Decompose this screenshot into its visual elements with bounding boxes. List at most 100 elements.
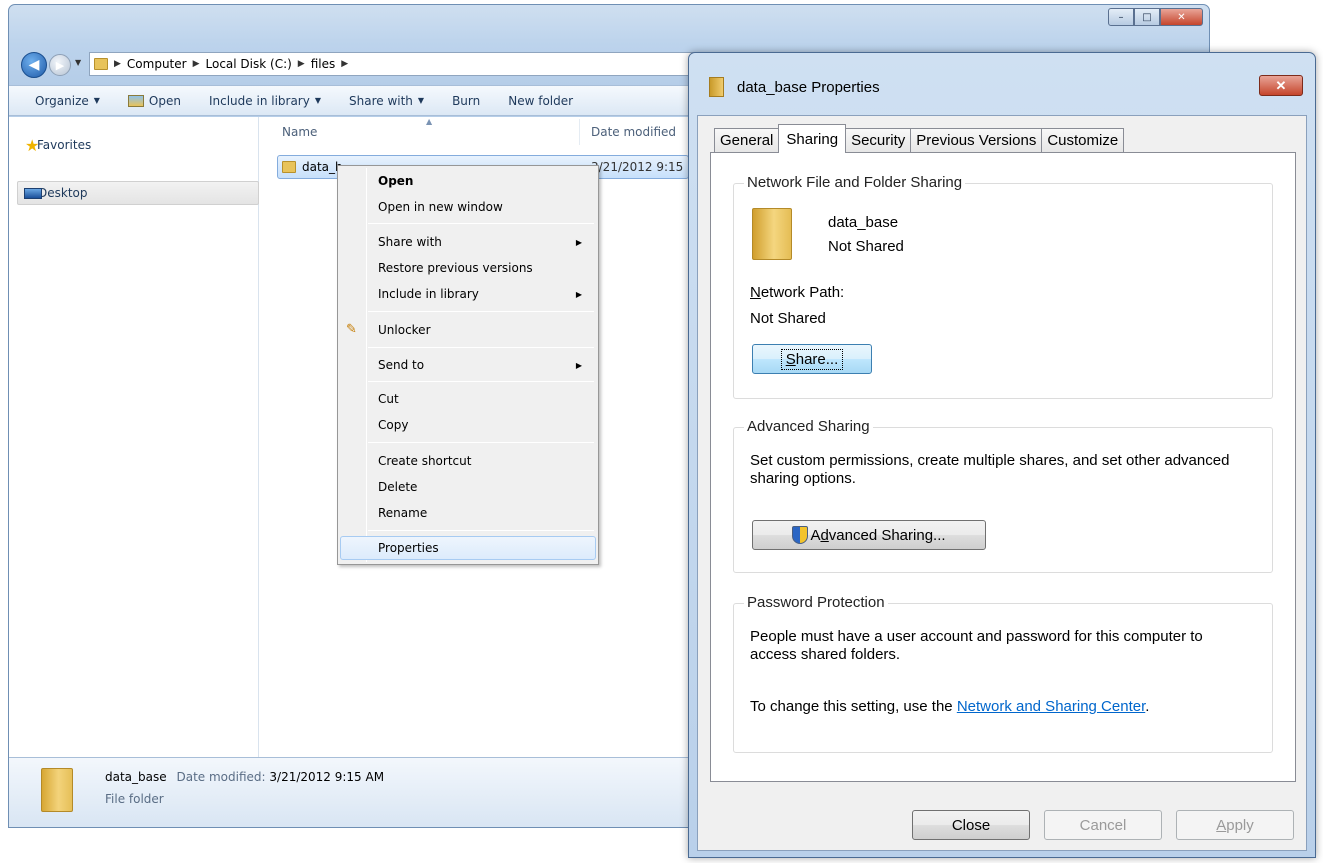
- password-protection-group: Password Protection People must have a u…: [733, 594, 1273, 753]
- desktop-icon: [24, 187, 42, 199]
- tab-sharing[interactable]: Sharing: [778, 124, 847, 153]
- open-folder-icon: [127, 94, 144, 107]
- properties-dialog: data_base Properties ✕ General Sharing S…: [688, 52, 1316, 858]
- menu-item-create-shortcut[interactable]: Create shortcut: [340, 449, 596, 473]
- menu-item-include-in-library[interactable]: Include in library ▶: [340, 282, 596, 306]
- close-window-button[interactable]: ✕: [1160, 8, 1203, 26]
- network-path-value: Not Shared: [750, 310, 826, 327]
- column-name[interactable]: Name: [282, 125, 317, 139]
- tab-general[interactable]: General: [714, 128, 780, 152]
- breadcrumb-computer[interactable]: Computer: [127, 57, 187, 71]
- group-title: Password Protection: [744, 594, 888, 611]
- column-divider[interactable]: [579, 119, 580, 145]
- forward-button[interactable]: ▶: [49, 54, 71, 76]
- submenu-arrow-icon: ▶: [575, 289, 582, 299]
- advanced-sharing-group: Advanced Sharing Set custom permissions,…: [733, 418, 1273, 573]
- breadcrumb-local-disk[interactable]: Local Disk (C:): [206, 57, 292, 71]
- open-button[interactable]: Open: [127, 94, 181, 108]
- label-rest: etwork Path:: [760, 284, 845, 301]
- tab-security[interactable]: Security: [845, 128, 912, 152]
- nav-item-label: Desktop: [38, 186, 88, 200]
- menu-separator: [368, 381, 594, 382]
- sharing-tab-panel: Network File and Folder Sharing data_bas…: [710, 152, 1296, 782]
- network-path-label: Network Path:: [750, 284, 844, 301]
- back-button[interactable]: ◀: [21, 52, 47, 78]
- menu-item-label: Share with: [378, 235, 442, 249]
- chevron-right-icon[interactable]: ▶: [193, 59, 200, 69]
- dialog-close-button[interactable]: ✕: [1259, 75, 1303, 96]
- include-in-library-button[interactable]: Include in library ▼: [209, 94, 321, 108]
- menu-separator: [368, 223, 594, 224]
- navigation-pane: ★ Favorites Desktop: [9, 117, 259, 757]
- tab-customize[interactable]: Customize: [1041, 128, 1125, 152]
- nav-item-desktop[interactable]: Desktop: [17, 181, 259, 205]
- menu-item-unlocker[interactable]: ✎ Unlocker: [340, 318, 596, 342]
- column-date-modified[interactable]: Date modified: [591, 125, 676, 139]
- text-prefix: To change this setting, use the: [750, 698, 957, 715]
- organize-button[interactable]: Organize ▼: [35, 94, 100, 108]
- network-sharing-group: Network File and Folder Sharing data_bas…: [733, 174, 1273, 399]
- menu-item-send-to[interactable]: Send to ▶: [340, 353, 596, 377]
- details-date-label: Date modified:: [176, 770, 266, 784]
- menu-item-copy[interactable]: Copy: [340, 413, 596, 437]
- folder-icon: [94, 58, 108, 70]
- button-label: Share...: [780, 348, 844, 370]
- uac-shield-icon: [792, 526, 809, 544]
- details-date-value: 3/21/2012 9:15 AM: [269, 770, 385, 784]
- tab-strip: General Sharing Security Previous Versio…: [714, 124, 1125, 153]
- minimize-button[interactable]: –: [1108, 8, 1134, 26]
- burn-button[interactable]: Burn: [452, 94, 480, 108]
- menu-separator: [368, 347, 594, 348]
- details-file-name: data_base: [105, 770, 167, 784]
- share-status: Not Shared: [828, 238, 904, 255]
- shared-folder-name: data_base: [828, 214, 899, 231]
- chevron-right-icon[interactable]: ▶: [114, 59, 121, 69]
- menu-item-properties[interactable]: Properties: [340, 536, 596, 560]
- menu-item-open[interactable]: Open: [340, 169, 596, 193]
- submenu-arrow-icon: ▶: [575, 360, 582, 370]
- maximize-button[interactable]: □: [1134, 8, 1160, 26]
- menu-item-label: Include in library: [378, 287, 479, 301]
- share-button[interactable]: Share...: [752, 344, 872, 374]
- breadcrumb-files[interactable]: files: [311, 57, 336, 71]
- label-rest: hare...: [795, 350, 839, 368]
- menu-item-cut[interactable]: Cut: [340, 387, 596, 411]
- nav-item-favorites[interactable]: ★ Favorites: [17, 133, 259, 157]
- menu-item-rename[interactable]: Rename: [340, 501, 596, 525]
- dialog-body: General Sharing Security Previous Versio…: [697, 115, 1307, 851]
- apply-button[interactable]: Apply: [1176, 810, 1294, 840]
- network-sharing-center-link[interactable]: Network and Sharing Center: [957, 698, 1145, 715]
- chevron-right-icon[interactable]: ▶: [341, 59, 348, 69]
- recent-pages-dropdown[interactable]: ▼: [75, 58, 81, 67]
- label-rest: pply: [1226, 816, 1254, 834]
- access-key: S: [785, 350, 796, 368]
- folder-icon: [282, 161, 296, 173]
- chevron-right-icon[interactable]: ▶: [298, 59, 305, 69]
- menu-item-restore-previous-versions[interactable]: Restore previous versions: [340, 256, 596, 280]
- menu-item-label: Send to: [378, 358, 425, 372]
- dropdown-arrow-icon: ▼: [314, 96, 321, 105]
- group-title: Advanced Sharing: [744, 418, 873, 435]
- menu-item-open-new-window[interactable]: Open in new window: [340, 195, 596, 219]
- tab-previous-versions[interactable]: Previous Versions: [910, 128, 1043, 152]
- menu-separator: [368, 311, 594, 312]
- sort-ascending-icon: ▲: [426, 117, 433, 126]
- magic-wand-icon: ✎: [346, 322, 357, 337]
- dialog-title: data_base Properties: [737, 79, 880, 96]
- access-key: d: [820, 526, 829, 544]
- menu-item-delete[interactable]: Delete: [340, 475, 596, 499]
- cancel-button[interactable]: Cancel: [1044, 810, 1162, 840]
- include-in-library-label: Include in library: [208, 93, 310, 108]
- menu-item-share-with[interactable]: Share with ▶: [340, 230, 596, 254]
- share-with-button[interactable]: Share with ▼: [349, 94, 424, 108]
- label-rest: vanced Sharing...: [828, 526, 946, 544]
- details-name: data_base Date modified: 3/21/2012 9:15 …: [105, 770, 384, 784]
- new-folder-button[interactable]: New folder: [508, 94, 573, 108]
- label-pre: A: [810, 526, 821, 544]
- dropdown-arrow-icon: ▼: [93, 96, 100, 105]
- advanced-sharing-button[interactable]: Advanced Sharing...: [752, 520, 986, 550]
- submenu-arrow-icon: ▶: [575, 237, 582, 247]
- password-protection-description: People must have a user account and pass…: [750, 628, 1203, 663]
- close-button[interactable]: Close: [912, 810, 1030, 840]
- menu-item-label: Unlocker: [378, 323, 431, 337]
